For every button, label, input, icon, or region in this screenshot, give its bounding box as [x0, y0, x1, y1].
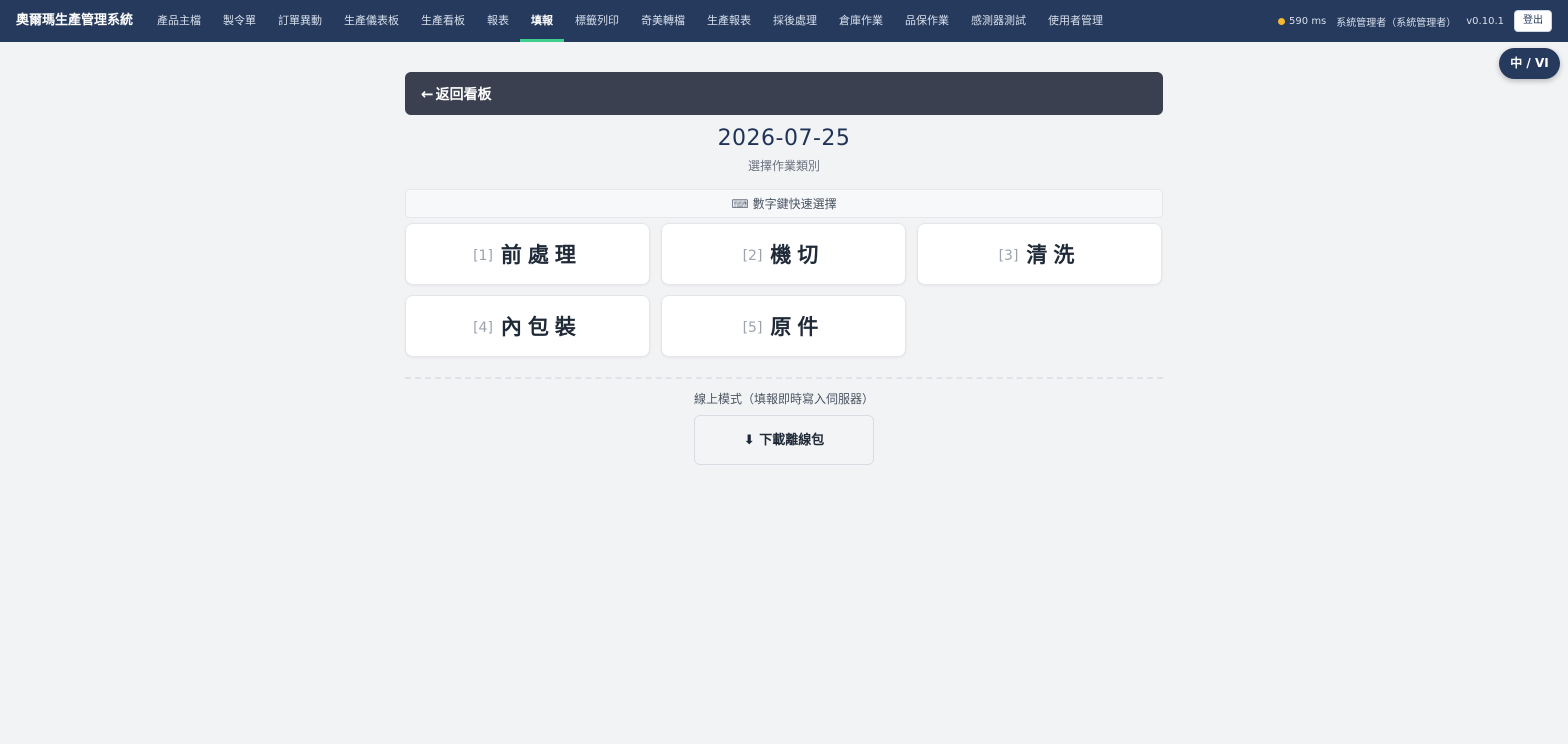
page-subtitle: 選擇作業類別	[747, 159, 820, 173]
top-navbar: 奧爾瑪生產管理系統 產品主檔 製令單 訂單異動 生產儀表板 生產看板 報表 填報…	[0, 0, 1568, 42]
category-shortcut: [3]	[998, 248, 1019, 264]
status-area: 590 ms 系統管理者（系統管理者） v0.10.1 登出	[1278, 0, 1552, 42]
main-nav: 產品主檔 製令單 訂單異動 生產儀表板 生產看板 報表 填報 標籤列印 奇美轉檔…	[146, 0, 1114, 42]
logout-button[interactable]: 登出	[1514, 10, 1552, 32]
back-label: 返回看板	[435, 87, 492, 103]
status-dot-icon	[1278, 17, 1286, 25]
nav-item-user-management[interactable]: 使用者管理	[1037, 0, 1114, 42]
version-text: v0.10.1	[1466, 15, 1504, 27]
category-card-machine-cut[interactable]: [2] 機切	[661, 223, 906, 285]
nav-item-reports[interactable]: 報表	[476, 0, 520, 42]
nav-item-work-order[interactable]: 製令單	[212, 0, 267, 42]
nav-item-sensor-test[interactable]: 感測器測試	[960, 0, 1037, 42]
user-info: 系統管理者（系統管理者）	[1336, 17, 1457, 29]
report-date: 2026-07-25	[717, 126, 851, 151]
nav-item-warehouse[interactable]: 倉庫作業	[828, 0, 894, 42]
keyboard-hint-text: 數字鍵快速選擇	[752, 197, 837, 211]
download-offline-package-button[interactable]: ⬇ 下載離線包	[694, 415, 874, 465]
download-label: 下載離線包	[759, 433, 825, 448]
nav-item-chimei-convert[interactable]: 奇美轉檔	[630, 0, 696, 42]
nav-item-production-report[interactable]: 生產報表	[696, 0, 762, 42]
category-label: 清洗	[1026, 243, 1081, 267]
download-icon: ⬇	[743, 433, 755, 448]
arrow-left-icon: ←	[421, 85, 434, 103]
nav-item-production-board[interactable]: 生產看板	[410, 0, 476, 42]
nav-item-fill-report[interactable]: 填報	[520, 0, 564, 42]
category-card-wash[interactable]: [3] 清洗	[917, 223, 1162, 285]
category-label: 前處理	[500, 243, 582, 267]
category-label: 原件	[770, 315, 825, 339]
category-card-preprocess[interactable]: [1] 前處理	[405, 223, 650, 285]
category-shortcut: [5]	[742, 320, 763, 336]
nav-item-label-print[interactable]: 標籤列印	[564, 0, 630, 42]
category-card-original[interactable]: [5] 原件	[661, 295, 906, 357]
category-shortcut: [1]	[473, 248, 493, 264]
section-divider	[405, 377, 1163, 379]
keyboard-icon: ⌨	[731, 197, 749, 211]
nav-item-quality[interactable]: 品保作業	[894, 0, 960, 42]
back-to-board-button[interactable]: ← 返回看板	[405, 72, 1163, 115]
category-shortcut: [4]	[473, 320, 493, 336]
nav-item-production-dashboard[interactable]: 生產儀表板	[333, 0, 410, 42]
keyboard-hint: ⌨ 數字鍵快速選擇	[405, 189, 1163, 218]
nav-item-order-changes[interactable]: 訂單異動	[267, 0, 333, 42]
latency-text: 590 ms	[1289, 15, 1327, 27]
online-mode-text: 線上模式（填報即時寫入伺服器）	[693, 392, 874, 406]
app-title: 奧爾瑪生產管理系統	[16, 13, 134, 28]
category-label: 內包裝	[500, 315, 582, 339]
language-toggle-button[interactable]: 中 / VI	[1499, 48, 1560, 79]
latency-indicator: 590 ms	[1278, 16, 1326, 27]
nav-item-post-harvest[interactable]: 採後處理	[762, 0, 828, 42]
category-card-inner-pack[interactable]: [4] 內包裝	[405, 295, 650, 357]
nav-item-product-master[interactable]: 產品主檔	[146, 0, 212, 42]
category-label: 機切	[770, 243, 825, 267]
category-shortcut: [2]	[742, 248, 763, 264]
